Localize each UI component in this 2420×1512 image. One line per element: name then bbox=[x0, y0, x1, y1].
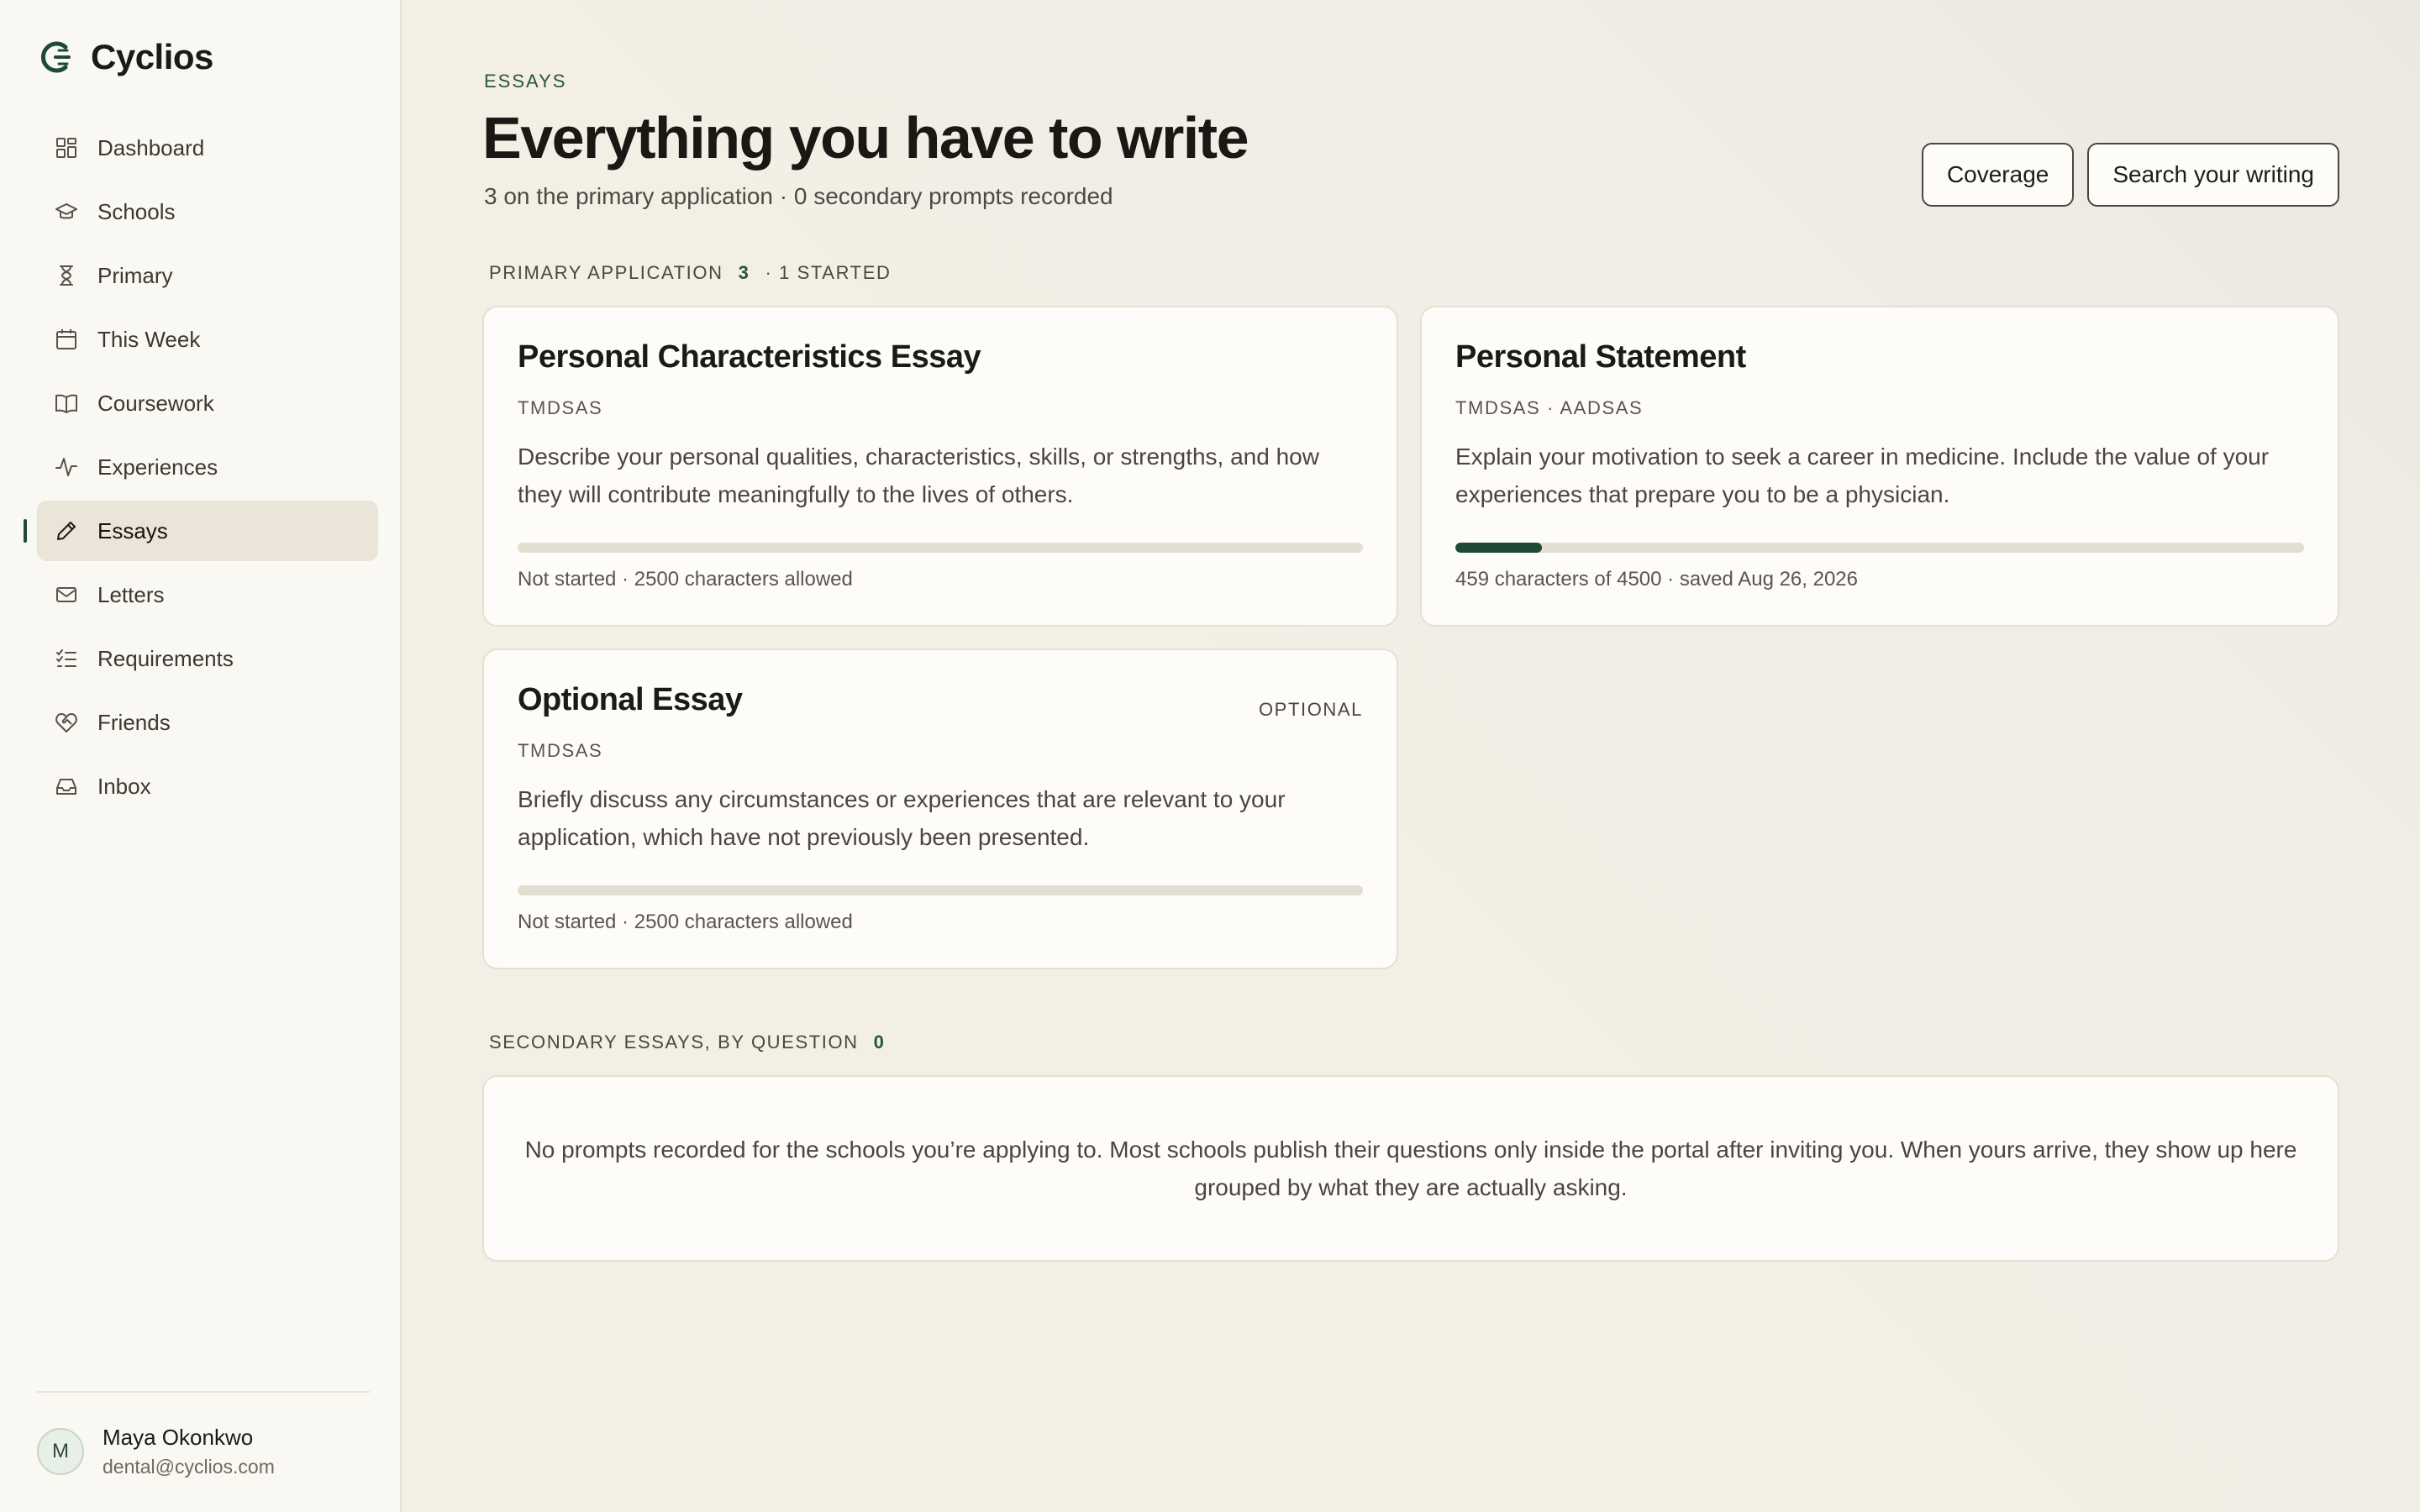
user-name: Maya Okonkwo bbox=[103, 1425, 254, 1450]
heart-handshake-icon bbox=[54, 710, 79, 735]
calendar-icon bbox=[54, 327, 79, 352]
app-root: Cyclios Dashboard Schools Primary This W… bbox=[0, 0, 2420, 1512]
dashboard-icon bbox=[54, 135, 79, 160]
checklist-icon bbox=[54, 646, 79, 671]
section-title: SECONDARY ESSAYS, BY QUESTION bbox=[489, 1032, 859, 1053]
sidebar-item-letters[interactable]: Letters bbox=[37, 564, 378, 625]
sidebar-item-label: Essays bbox=[97, 517, 168, 543]
section-count: 0 bbox=[873, 1032, 886, 1053]
sidebar-item-dashboard[interactable]: Dashboard bbox=[37, 118, 378, 178]
page-eyebrow: ESSAYS bbox=[484, 71, 567, 92]
essay-card[interactable]: Personal Statement TMDSAS · AADSAS Expla… bbox=[1420, 306, 2339, 627]
essay-footer: Not started · 2500 characters allowed bbox=[518, 911, 853, 933]
essay-progress-bar bbox=[518, 543, 1363, 553]
header-actions: Coverage Search your writing bbox=[1921, 143, 2339, 207]
sidebar-item-this-week[interactable]: This Week bbox=[37, 309, 378, 370]
essay-card[interactable]: Personal Characteristics Essay TMDSAS De… bbox=[482, 306, 1398, 627]
essay-progress-bar bbox=[1455, 543, 2304, 553]
sidebar-divider bbox=[37, 1391, 370, 1393]
sidebar-nav: Dashboard Schools Primary This Week Cour… bbox=[24, 118, 378, 820]
essay-description: Briefly discuss any circumstances or exp… bbox=[518, 786, 1286, 850]
page-subtitle: 3 on the primary application · 0 seconda… bbox=[484, 183, 1113, 209]
sidebar-item-label: Primary bbox=[97, 262, 173, 288]
sidebar-item-label: Letters bbox=[97, 581, 165, 607]
primary-section-heading: PRIMARY APPLICATION 3 · 1 STARTED bbox=[489, 262, 891, 284]
sidebar-item-label: Inbox bbox=[97, 773, 151, 799]
mail-icon bbox=[54, 582, 79, 607]
sidebar-item-label: Schools bbox=[97, 198, 176, 224]
optional-badge: OPTIONAL bbox=[1258, 699, 1363, 720]
main-content: ESSAYS Everything you have to write 3 on… bbox=[402, 0, 2420, 1512]
essay-meta: TMDSAS bbox=[518, 397, 603, 418]
essay-meta: TMDSAS bbox=[518, 740, 603, 761]
sidebar: Cyclios Dashboard Schools Primary This W… bbox=[0, 0, 402, 1512]
user-info: Maya Okonkwo dental@cyclios.com bbox=[103, 1425, 275, 1478]
sidebar-item-label: Dashboard bbox=[97, 134, 205, 160]
avatar: M bbox=[37, 1428, 84, 1475]
essay-meta: TMDSAS · AADSAS bbox=[1455, 397, 1644, 418]
cyclios-logo-icon bbox=[40, 41, 71, 73]
coverage-button[interactable]: Coverage bbox=[1921, 143, 2075, 207]
user-profile[interactable]: M Maya Okonkwo dental@cyclios.com bbox=[37, 1425, 275, 1478]
essay-title: Personal Statement bbox=[1455, 339, 1746, 375]
essay-card[interactable]: Optional Essay OPTIONAL TMDSAS Briefly d… bbox=[482, 648, 1398, 969]
essay-title: Optional Essay bbox=[518, 682, 743, 717]
sidebar-item-label: Coursework bbox=[97, 390, 214, 416]
essay-description: Explain your motivation to seek a career… bbox=[1455, 444, 2270, 507]
page-title: Everything you have to write bbox=[482, 105, 1249, 171]
pen-icon bbox=[54, 518, 79, 543]
user-email: dental@cyclios.com bbox=[103, 1456, 275, 1478]
secondary-empty-state: No prompts recorded for the schools you’… bbox=[482, 1075, 2339, 1262]
section-started: · 1 STARTED bbox=[765, 262, 892, 283]
sidebar-item-coursework[interactable]: Coursework bbox=[37, 373, 378, 433]
sidebar-item-label: This Week bbox=[97, 326, 201, 352]
sidebar-item-essays[interactable]: Essays bbox=[24, 501, 378, 561]
sidebar-item-label: Friends bbox=[97, 709, 171, 735]
sidebar-item-friends[interactable]: Friends bbox=[37, 692, 378, 753]
secondary-section-heading: SECONDARY ESSAYS, BY QUESTION 0 bbox=[489, 1032, 886, 1053]
activity-icon bbox=[54, 454, 79, 480]
essay-progress-fill bbox=[1455, 543, 1543, 553]
inbox-icon bbox=[54, 774, 79, 799]
essay-footer: Not started · 2500 characters allowed bbox=[518, 568, 853, 591]
sidebar-item-inbox[interactable]: Inbox bbox=[37, 756, 378, 816]
section-title: PRIMARY APPLICATION bbox=[489, 262, 723, 283]
essay-footer: 459 characters of 4500 · saved Aug 26, 2… bbox=[1455, 568, 1859, 591]
app-name: Cyclios bbox=[91, 37, 213, 76]
sidebar-item-primary[interactable]: Primary bbox=[37, 245, 378, 306]
essay-title: Personal Characteristics Essay bbox=[518, 339, 981, 375]
book-icon bbox=[54, 391, 79, 416]
hourglass-icon bbox=[54, 263, 79, 288]
brand[interactable]: Cyclios bbox=[37, 37, 213, 77]
graduation-cap-icon bbox=[54, 199, 79, 224]
sidebar-item-schools[interactable]: Schools bbox=[37, 181, 378, 242]
sidebar-item-label: Experiences bbox=[97, 454, 218, 480]
section-count: 3 bbox=[738, 262, 750, 283]
sidebar-item-requirements[interactable]: Requirements bbox=[37, 628, 378, 689]
sidebar-item-experiences[interactable]: Experiences bbox=[37, 437, 378, 497]
essay-description: Describe your personal qualities, charac… bbox=[518, 444, 1319, 507]
search-writing-button[interactable]: Search your writing bbox=[2087, 143, 2339, 207]
sidebar-item-label: Requirements bbox=[97, 645, 234, 671]
essay-progress-bar bbox=[518, 885, 1363, 895]
